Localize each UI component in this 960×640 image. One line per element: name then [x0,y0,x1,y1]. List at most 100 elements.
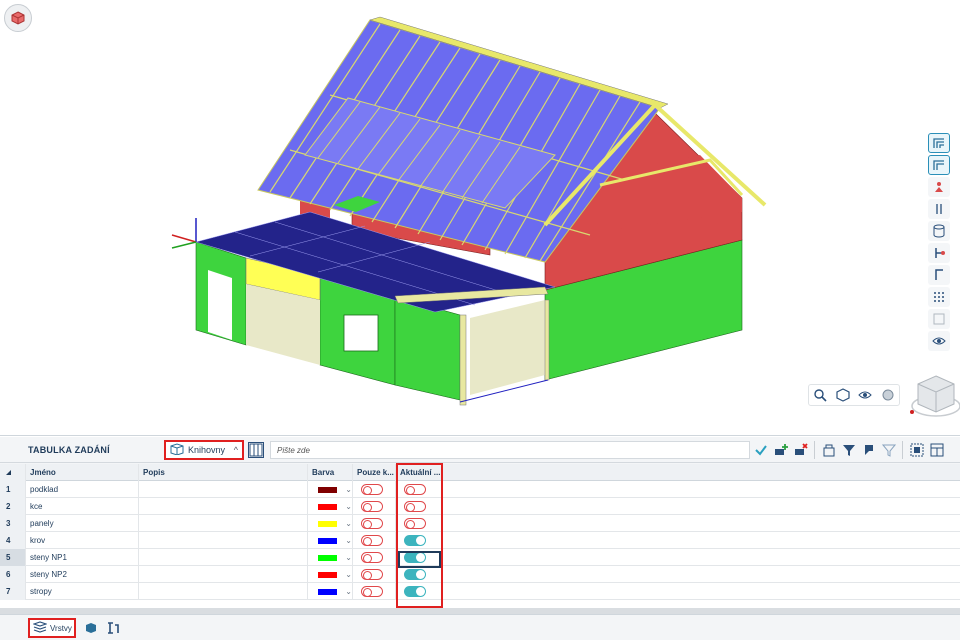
check-box-icon[interactable] [928,309,950,329]
only-toggle-cell[interactable] [353,498,396,515]
pin-icon[interactable] [860,441,877,459]
libraries-button[interactable]: Knihovny ^ [164,440,244,460]
active-toggle[interactable] [404,518,426,529]
active-toggle-cell[interactable] [396,549,442,566]
visibility-icon[interactable] [928,331,950,351]
filter-clear-icon[interactable] [880,441,897,459]
layer-description-cell[interactable] [139,583,308,600]
table-row[interactable]: 3 panely ⌄ [0,515,960,532]
column-header-only[interactable]: Pouze k... [353,464,396,481]
active-toggle-cell[interactable] [396,481,442,498]
layer-color-cell[interactable]: ⌄ [308,532,353,549]
layer-color-cell[interactable]: ⌄ [308,515,353,532]
active-toggle-cell[interactable] [396,532,442,549]
layer-name-cell[interactable]: stropy [26,583,139,600]
filter-icon[interactable] [840,441,857,459]
tab-layers[interactable]: Vrstvy [28,618,76,638]
layer-color-cell[interactable]: ⌄ [308,481,353,498]
only-toggle-cell[interactable] [353,481,396,498]
table-row[interactable]: 7 stropy ⌄ [0,583,960,600]
column-header-name[interactable]: Jméno [26,464,139,481]
active-toggle-cell[interactable] [396,566,442,583]
row-number[interactable]: 4 [0,532,26,549]
supports-icon[interactable] [928,199,950,219]
only-toggle[interactable] [361,569,383,580]
only-toggle[interactable] [361,484,383,495]
layer-description-cell[interactable] [139,481,308,498]
active-toggle[interactable] [404,535,426,546]
layer-name-cell[interactable]: kce [26,498,139,515]
only-toggle[interactable] [361,535,383,546]
zoom-icon[interactable] [810,386,831,404]
active-toggle[interactable] [404,552,426,563]
structure-view-icon[interactable] [928,133,950,153]
3d-viewport[interactable] [0,0,960,436]
only-toggle[interactable] [361,518,383,529]
layer-name-cell[interactable]: steny NP1 [26,549,139,566]
layer-name-cell[interactable]: podklad [26,481,139,498]
row-number[interactable]: 3 [0,515,26,532]
layers-export-icon[interactable] [820,441,837,459]
column-header-color[interactable]: Barva [308,464,353,481]
database-icon[interactable] [928,221,950,241]
layer-color-cell[interactable]: ⌄ [308,498,353,515]
layer-color-cell[interactable]: ⌄ [308,583,353,600]
model-view-icon[interactable] [928,155,950,175]
layer-color-cell[interactable]: ⌄ [308,549,353,566]
table-icon[interactable] [248,442,264,458]
table-row[interactable]: 1 podklad ⌄ [0,481,960,498]
row-number[interactable]: 5 [0,549,26,566]
only-toggle-cell[interactable] [353,566,396,583]
layer-description-cell[interactable] [139,532,308,549]
grid-points-icon[interactable] [928,287,950,307]
tab-3d-icon[interactable] [82,619,100,637]
tab-section-icon[interactable] [104,619,122,637]
loads-icon[interactable] [928,177,950,197]
chevron-down-icon[interactable]: ⌄ [345,485,352,494]
active-toggle[interactable] [404,501,426,512]
shade-icon[interactable] [878,386,899,404]
table-row[interactable]: 2 kce ⌄ [0,498,960,515]
active-toggle-cell[interactable] [396,583,442,600]
active-toggle[interactable] [404,484,426,495]
only-toggle-cell[interactable] [353,549,396,566]
row-number[interactable]: 1 [0,481,26,498]
row-number[interactable]: 6 [0,566,26,583]
only-toggle[interactable] [361,552,383,563]
member-icon[interactable] [928,265,950,285]
delete-row-icon[interactable] [792,441,809,459]
chevron-down-icon[interactable]: ⌄ [345,536,352,545]
chevron-down-icon[interactable]: ⌄ [345,570,352,579]
select-all-icon[interactable] [908,441,925,459]
corner-cell[interactable] [0,464,26,481]
chevron-down-icon[interactable]: ⌄ [345,587,352,596]
active-toggle-cell[interactable] [396,498,442,515]
navigation-cube-icon[interactable] [904,362,960,426]
render-icon[interactable] [855,386,876,404]
chevron-down-icon[interactable]: ⌄ [345,553,352,562]
check-icon[interactable] [752,441,769,459]
table-settings-icon[interactable] [928,441,945,459]
layer-name-cell[interactable]: steny NP2 [26,566,139,583]
layer-description-cell[interactable] [139,549,308,566]
add-row-icon[interactable] [772,441,789,459]
row-number[interactable]: 2 [0,498,26,515]
search-input[interactable]: Pište zde [270,441,750,459]
active-toggle[interactable] [404,586,426,597]
only-toggle-cell[interactable] [353,583,396,600]
chevron-down-icon[interactable]: ⌄ [345,502,352,511]
column-header-active[interactable]: Aktuální ... [396,464,442,481]
chevron-down-icon[interactable]: ⌄ [345,519,352,528]
column-header-description[interactable]: Popis [139,464,308,481]
layer-name-cell[interactable]: panely [26,515,139,532]
table-row[interactable]: 6 steny NP2 ⌄ [0,566,960,583]
table-row[interactable]: 5 steny NP1 ⌄ [0,549,960,566]
layer-color-cell[interactable]: ⌄ [308,566,353,583]
row-number[interactable]: 7 [0,583,26,600]
layer-description-cell[interactable] [139,566,308,583]
layer-description-cell[interactable] [139,515,308,532]
table-row[interactable]: 4 krov ⌄ [0,532,960,549]
only-toggle-cell[interactable] [353,515,396,532]
house-model[interactable] [0,0,960,436]
cube-view-icon[interactable] [833,386,854,404]
